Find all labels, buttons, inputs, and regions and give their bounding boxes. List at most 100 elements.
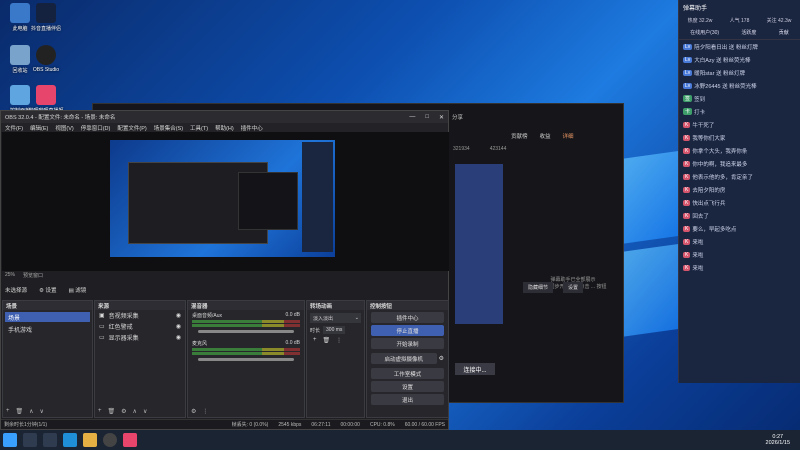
source-settings-tab[interactable]: ⚙ 设置 (39, 286, 56, 294)
preview-label: 预览窗口 (23, 273, 44, 279)
duration-input[interactable]: 300 ms (323, 326, 346, 334)
scene-item[interactable]: 手机游戏 (5, 324, 90, 334)
earn-tab[interactable]: 收益 (540, 132, 551, 140)
clock-date[interactable]: 2026/1/15 (766, 440, 790, 446)
obs-title: OBS 32.0.4 - 配置文件: 未命名 - 场景: 未命名 (5, 115, 116, 121)
menu-tools[interactable]: 工具(T) (190, 124, 208, 132)
connecting-status: 连接中... (455, 363, 495, 375)
source-item[interactable]: ▭ 红色警戒 ◉ (95, 321, 185, 332)
menu-help[interactable]: 帮助(H) (215, 124, 234, 132)
tab-contrib[interactable]: 贡献 (779, 29, 789, 36)
settings-button[interactable]: 设置 (563, 282, 584, 293)
start-recording-button[interactable]: 开始录制 (371, 338, 444, 349)
menu-docks[interactable]: 停靠窗口(D) (81, 124, 111, 132)
video-icon: ▣ (99, 313, 105, 319)
list-item: Lv 大白Azy 送 粉丝荧光棒 (683, 56, 751, 64)
cpu-usage: CPU: 0.8% (369, 421, 395, 428)
preview-canvas[interactable] (2, 132, 449, 271)
danmu-list: Lv 陪夕阳看日出 送 粉丝灯牌 Lv 大白Azy 送 粉丝荧光棒 Lv 暖阳star… (679, 40, 800, 376)
tab-activity[interactable]: 活跃度 (741, 29, 756, 36)
view-detail[interactable]: 详细 (563, 132, 574, 140)
close-icon[interactable]: ✕ (439, 114, 444, 121)
transitions-dock[interactable]: 转场动画 淡入淡出 ⌄ 时长 300 ms + 🗑 ⋮ (306, 300, 365, 418)
virtual-camera-button[interactable]: 启动虚拟摄像机 (371, 353, 437, 364)
menu-profile[interactable]: 配置文件(P) (117, 124, 146, 132)
tab-share[interactable]: 分享 (452, 113, 463, 121)
scenes-toolbar: + 🗑 ∧ ∨ (6, 408, 44, 415)
exit-button[interactable]: 退出 (371, 394, 444, 405)
move-down-icon[interactable]: ∨ (143, 408, 147, 415)
more-icon[interactable]: ⋮ (336, 337, 342, 344)
mixer-dock[interactable]: 混音器 桌面音频/Aux 0.0 dB 麦克风 0.0 dB ⚙ ⋮ (187, 300, 305, 418)
hot-stat: 热度 32.2w (687, 17, 713, 24)
menu-plugins[interactable]: 插件中心 (241, 124, 263, 132)
maximize-icon[interactable]: □ (425, 114, 429, 121)
stop-streaming-button[interactable]: 停止直播 (371, 325, 444, 336)
eye-icon[interactable]: ◉ (176, 323, 185, 330)
start-icon[interactable] (3, 433, 17, 447)
list-item: K 我等你们大家 (683, 134, 726, 142)
desktop-icon-obs[interactable]: OBS Studio (28, 45, 64, 73)
menu-scene-collection[interactable]: 场景集合(S) (154, 124, 183, 132)
add-icon[interactable]: + (98, 408, 102, 415)
list-item: K 回去了 (683, 212, 709, 220)
menu-edit[interactable]: 编辑(E) (30, 124, 48, 132)
monitor-icon: ▭ (99, 335, 105, 341)
preview-image (110, 140, 335, 257)
volume-slider[interactable] (198, 330, 294, 333)
volume-slider[interactable] (198, 358, 294, 361)
gear-icon[interactable]: ⚙ (121, 408, 126, 415)
list-item: K 要么，早起多吃点 (683, 225, 737, 233)
obs-taskbar-icon[interactable] (103, 433, 117, 447)
list-item: K 来啦 (683, 264, 704, 272)
move-down-icon[interactable]: ∨ (40, 408, 44, 415)
mixer-channel[interactable]: 桌面音频/Aux 0.0 dB (188, 310, 304, 338)
plugin-center-button[interactable]: 插件中心 (371, 312, 444, 323)
move-up-icon[interactable]: ∧ (29, 408, 33, 415)
eye-icon[interactable]: ◉ (176, 334, 185, 341)
contrib-tab[interactable]: 贡献榜 (511, 132, 528, 140)
zoom-level[interactable]: 25% (5, 272, 15, 279)
transition-select[interactable]: 淡入淡出 ⌄ (310, 313, 361, 323)
add-icon[interactable]: + (6, 408, 10, 415)
settings-button[interactable]: 设置 (371, 381, 444, 392)
gear-icon[interactable]: ⚙ (439, 355, 444, 362)
tab-online-users[interactable]: 在线用户(30) (690, 29, 719, 36)
add-icon[interactable]: + (313, 337, 317, 344)
gear-icon[interactable]: ⚙ (191, 408, 196, 415)
taskbar: 0:27 2026/1/15 (0, 430, 800, 450)
controls-dock[interactable]: 控制按钮 插件中心 停止直播 开始录制 启动虚拟摄像机 ⚙ 工作室模式 设置 退出 (366, 300, 449, 418)
remove-icon[interactable]: 🗑 (323, 337, 331, 344)
source-filters-tab[interactable]: ▤ 滤镜 (69, 286, 87, 294)
desktop-icon-douyin[interactable]: 抖音直播伴侣 (28, 3, 64, 32)
menu-view[interactable]: 视图(V) (55, 124, 73, 132)
remove-icon[interactable]: 🗑 (16, 408, 24, 415)
obs-window[interactable]: OBS 32.0.4 - 配置文件: 未命名 - 场景: 未命名 — □ ✕ 文件(… (0, 110, 449, 430)
mixer-channel[interactable]: 麦克风 0.0 dB (188, 338, 304, 366)
edge-icon[interactable] (63, 433, 77, 447)
live-app-taskbar-icon[interactable] (123, 433, 137, 447)
more-icon[interactable]: ⋮ (202, 408, 208, 415)
chevron-down-icon: ⌄ (354, 315, 359, 321)
pop-stat: 人气 178 (729, 17, 750, 24)
eye-icon[interactable]: ◉ (176, 312, 185, 319)
scene-item[interactable]: 场景 (5, 312, 90, 322)
studio-mode-button[interactable]: 工作室模式 (371, 368, 444, 379)
search-icon[interactable] (23, 433, 37, 447)
move-up-icon[interactable]: ∧ (133, 408, 137, 415)
menu-file[interactable]: 文件(F) (5, 124, 23, 132)
source-item[interactable]: ▣ 音视频采集 ◉ (95, 310, 185, 321)
taskview-icon[interactable] (43, 433, 57, 447)
mixer-header: 混音器 (188, 301, 304, 310)
remove-icon[interactable]: 🗑 (108, 408, 116, 415)
danmu-panel[interactable]: 弹幕助手 热度 32.2w 人气 178 关注 42.3w 在线用户(30) 活… (678, 0, 800, 383)
minimize-icon[interactable]: — (409, 114, 415, 121)
scenes-dock[interactable]: 场景 场景 手机游戏 + 🗑 ∧ ∨ (2, 300, 93, 418)
hide-detail-button[interactable]: 隐藏细节 (523, 282, 554, 293)
sources-dock[interactable]: 来源 ▣ 音视频采集 ◉ ▭ 红色警戒 ◉ ▭ 显示器采集 ◉ + 🗑 ⚙ ∧ ∨ (94, 300, 186, 418)
stat-2: 423144 (489, 146, 507, 152)
explorer-icon[interactable] (83, 433, 97, 447)
list-item: 卡打卡 (683, 108, 706, 116)
source-item[interactable]: ▭ 显示器采集 ◉ (95, 332, 185, 343)
list-item: K 去陪夕阳的房 (683, 186, 726, 194)
